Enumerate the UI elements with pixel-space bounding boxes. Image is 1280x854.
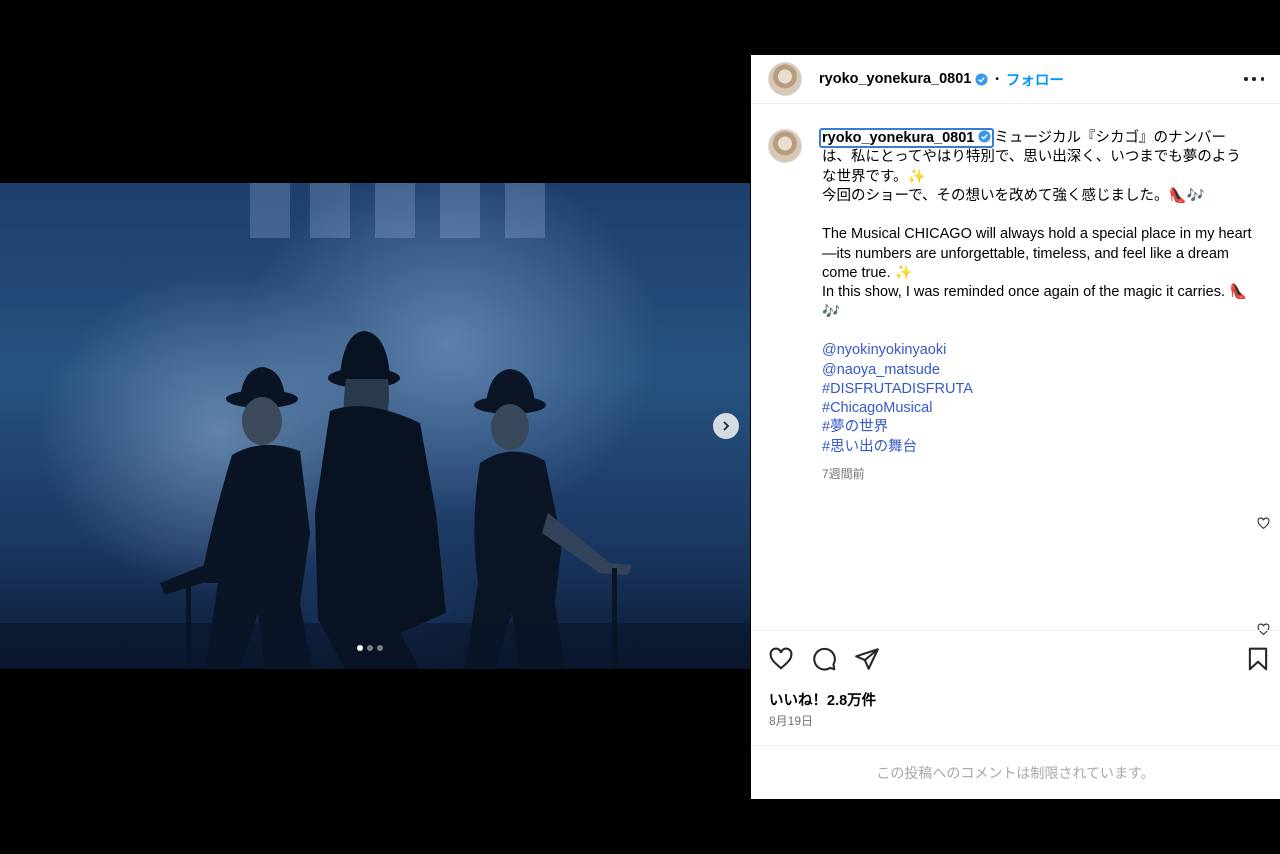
avatar[interactable] [768,62,802,96]
next-arrow-icon [723,421,730,431]
carousel-dot [377,645,383,651]
heart-icon[interactable] [1257,517,1270,530]
caption-timestamp[interactable]: 7週間前 [822,465,1252,484]
caption-en-line2: In this show, I was reminded once again … [822,284,1225,301]
comment-icon[interactable] [811,646,837,672]
separator-dot: • [995,73,999,85]
caption-avatar[interactable] [768,129,802,163]
caption-jp-line2: 今回のショーで、その想いを改めて強く感じました。 [822,187,1169,204]
post-date[interactable]: 8月19日 [769,712,813,729]
sparkle-emoji: ✨ [894,265,913,282]
username-link[interactable]: ryoko_yonekura_0801 [819,71,971,87]
like-button[interactable] [768,646,794,672]
sparkle-emoji: ✨ [907,168,926,185]
carousel-indicator [357,645,383,651]
comments-restricted-notice: この投稿へのコメントは制限されています。 [751,745,1280,799]
more-icon [1252,77,1256,81]
carousel-dot [357,645,363,651]
post-detail-panel: ryoko_yonekura_0801 • フォロー ryoko_yonekur… [751,55,1280,799]
stage-photo [0,183,750,669]
more-icon [1260,77,1264,81]
more-options-button[interactable] [1244,69,1264,89]
share-icon[interactable] [854,646,880,672]
hashtag-link[interactable]: #思い出の舞台 [822,438,1252,457]
verified-icon [978,130,991,143]
caption-area: ryoko_yonekura_0801 ミュージカル『シカゴ』のナンバーは、私にと… [751,128,1280,636]
next-image-button[interactable] [713,413,739,439]
caption-text: ryoko_yonekura_0801 ミュージカル『シカゴ』のナンバーは、私にと… [819,128,1252,484]
caption-en-line1: The Musical CHICAGO will always hold a s… [822,226,1252,282]
carousel-dot [367,645,373,651]
verified-icon [975,72,988,86]
hashtag-link[interactable]: #夢の世界 [822,418,1252,437]
hashtag-link[interactable]: #DISFRUTADISFRUTA [822,380,1252,399]
mention-link[interactable]: @nyokinyokinyaoki [822,341,1252,360]
caption-username: ryoko_yonekura_0801 [822,130,975,146]
hashtag-link[interactable]: #ChicagoMusical [822,399,1252,418]
more-icon [1244,77,1248,81]
mention-link[interactable]: @naoya_matsude [822,361,1252,380]
shoe-music-emoji: 👠🎶 [1168,187,1205,204]
bookmark-icon[interactable] [1245,646,1271,672]
action-bar [751,630,1280,682]
likes-count[interactable]: いいね！2.8万件 [769,689,876,710]
follow-button[interactable]: フォロー [1006,69,1064,90]
post-image[interactable] [0,183,750,669]
post-header: ryoko_yonekura_0801 • フォロー [751,55,1280,104]
caption-username-link[interactable]: ryoko_yonekura_0801 [819,128,995,148]
